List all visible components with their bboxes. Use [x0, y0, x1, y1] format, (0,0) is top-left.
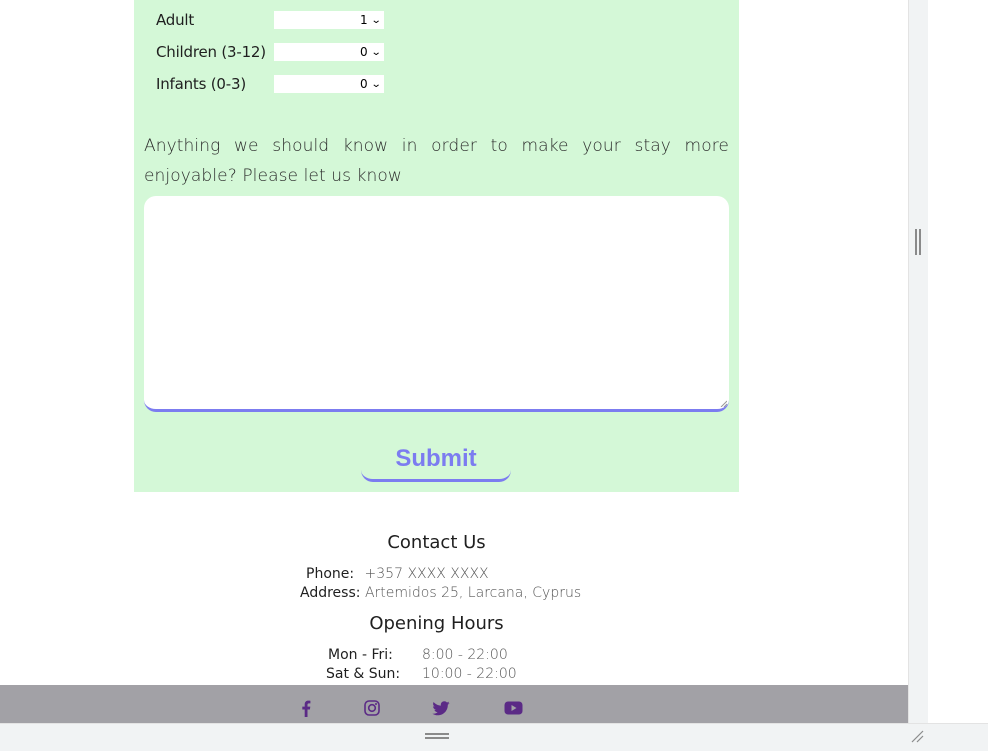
hours-days: Mon - Fri:: [328, 647, 393, 663]
guest-row-adult: Adult 1 ⌄: [156, 11, 384, 29]
bottom-panel-gutter: [0, 723, 988, 751]
hours-row: Sat & Sun:: [326, 666, 400, 682]
footer-bar: [0, 685, 908, 723]
chevron-down-icon: ⌄: [370, 46, 382, 58]
hours-row-time: 10:00 - 22:00: [422, 666, 517, 682]
phone-label: Phone:: [306, 566, 355, 582]
infants-count-select[interactable]: 0 ⌄: [274, 75, 384, 93]
guest-row-children: Children (3-12) 0 ⌄: [156, 43, 384, 61]
facebook-icon[interactable]: [296, 698, 316, 718]
infants-count-value: 0: [359, 77, 368, 91]
resize-grip-icon[interactable]: [720, 400, 727, 407]
hours-days: Sat & Sun:: [326, 666, 401, 682]
opening-hours-title: Opening Hours: [369, 613, 504, 634]
children-count-value: 0: [359, 45, 368, 59]
phone-value: +357 XXXX XXXX: [364, 566, 489, 582]
chevron-down-icon: ⌄: [370, 78, 382, 90]
side-panel-gutter: [908, 0, 928, 751]
submit-button[interactable]: Submit: [361, 438, 511, 482]
booking-form-panel: Adult 1 ⌄ Children (3-12) 0 ⌄ Infants (0…: [134, 0, 739, 492]
adult-count-value: 1: [359, 13, 368, 27]
chevron-down-icon: ⌄: [370, 14, 382, 26]
contact-title: Contact Us: [387, 532, 486, 553]
instagram-icon[interactable]: [362, 698, 382, 718]
bottom-resize-handle[interactable]: [425, 733, 449, 739]
side-resize-handle[interactable]: [915, 229, 921, 255]
phone-line: Phone: +357 XXXX XXXX: [306, 566, 489, 582]
guest-label-children: Children (3-12): [156, 43, 266, 61]
address-label: Address:: [300, 585, 361, 601]
youtube-icon[interactable]: [503, 698, 523, 718]
children-count-select[interactable]: 0 ⌄: [274, 43, 384, 61]
twitter-icon[interactable]: [431, 698, 451, 718]
adult-count-select[interactable]: 1 ⌄: [274, 11, 384, 29]
notes-textarea[interactable]: [144, 196, 729, 412]
corner-resize-icon[interactable]: [910, 728, 924, 743]
guest-label-infants: Infants (0-3): [156, 75, 246, 93]
hours-row: Mon - Fri:: [328, 647, 393, 663]
hours-row-time: 8:00 - 22:00: [422, 647, 508, 663]
guest-label-adult: Adult: [156, 11, 195, 29]
guest-row-infants: Infants (0-3) 0 ⌄: [156, 75, 384, 93]
hours-time: 8:00 - 22:00: [422, 647, 508, 663]
address-line: Address: Artemidos 25, Larcana, Cyprus: [300, 585, 581, 601]
notes-prompt: Anything we should know in order to make…: [144, 136, 729, 186]
address-value: Artemidos 25, Larcana, Cyprus: [364, 585, 582, 601]
hours-time: 10:00 - 22:00: [422, 666, 517, 682]
